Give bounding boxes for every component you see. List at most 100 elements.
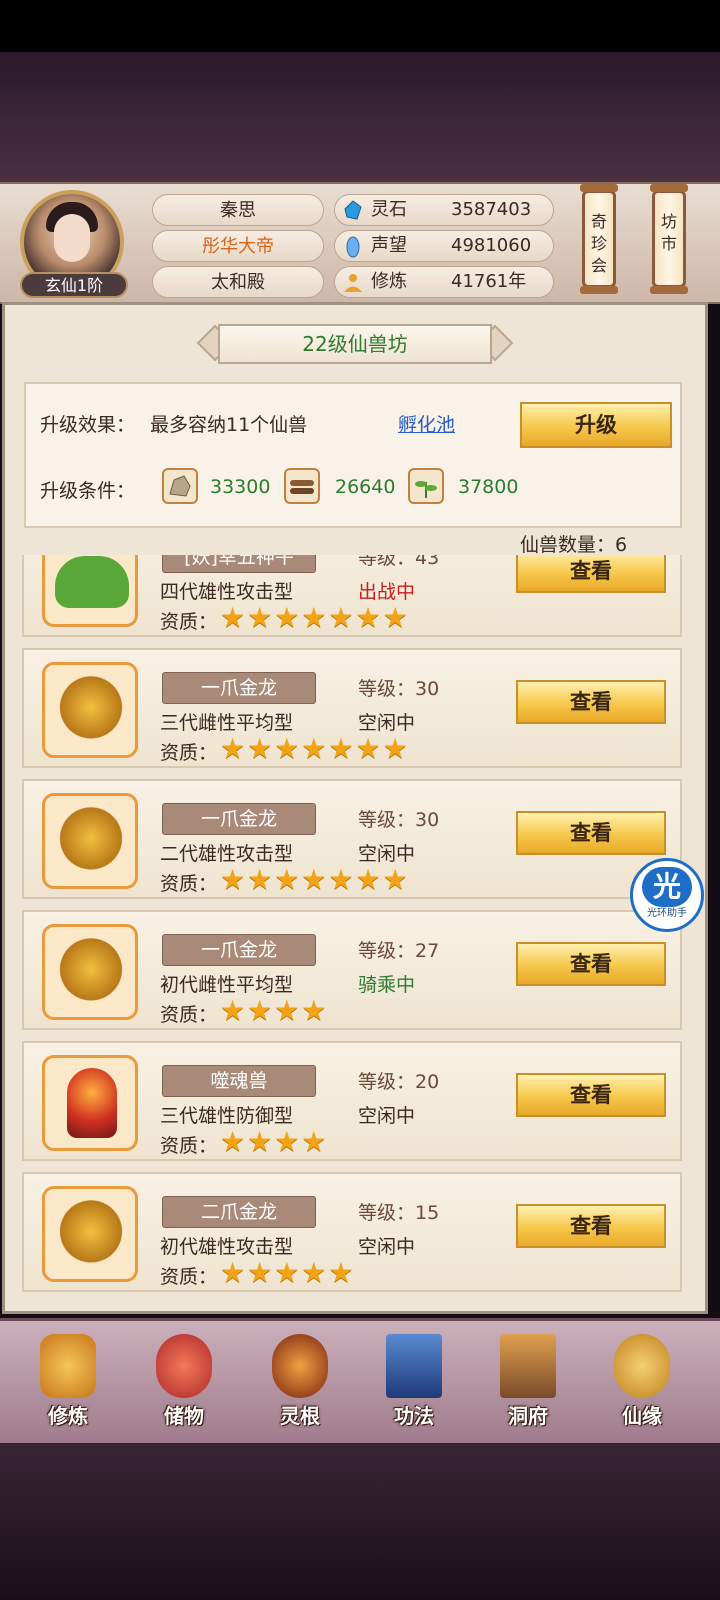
upgrade-condition-label: 升级条件： xyxy=(40,480,136,502)
workshop-title: 22级仙兽坊 xyxy=(218,324,492,364)
quality-label: 资质： xyxy=(160,873,218,895)
resource-cultivation: 修炼 41761年 xyxy=(334,266,554,298)
avatar-face xyxy=(54,214,90,262)
beast-name: 一爪金龙 xyxy=(162,803,316,835)
nav-label: 仙缘 xyxy=(622,1404,662,1428)
beast-generation: 四代雄性攻击型 xyxy=(160,581,294,603)
nav-label: 功法 xyxy=(394,1404,434,1428)
beast-card: [妖]幸五神牛 等级：43 四代雄性攻击型 出战中 资质： ★★★★★★★ 查看 xyxy=(22,555,682,637)
cultivate-icon xyxy=(40,1334,96,1398)
view-button[interactable]: 查看 xyxy=(516,1073,666,1117)
background-bottom xyxy=(0,1440,720,1600)
beast-level: 等级：43 xyxy=(358,555,440,569)
hatch-pool-link[interactable]: 孵化池 xyxy=(398,410,455,437)
beast-level: 等级：20 xyxy=(358,1071,440,1093)
golden-dragon-icon xyxy=(59,675,123,747)
beast-level: 等级：30 xyxy=(358,678,440,700)
beast-card: 二爪金龙 等级：15 初代雄性攻击型 空闲中 资质： ★★★★★ 查看 xyxy=(22,1172,682,1292)
nav-spirit-root[interactable]: 灵根 xyxy=(248,1326,348,1436)
resource-label: 修炼 xyxy=(371,271,407,292)
beast-count: 仙兽数量：6 xyxy=(520,534,628,556)
beast-card: 一爪金龙 等级：30 三代雌性平均型 空闲中 资质： ★★★★★★★ 查看 xyxy=(22,648,682,768)
beast-generation: 二代雄性攻击型 xyxy=(160,843,294,865)
storage-bag-icon xyxy=(156,1334,212,1398)
ox-icon xyxy=(55,556,129,608)
golden-dragon-icon xyxy=(59,806,123,878)
beast-portrait[interactable] xyxy=(42,555,138,627)
nav-label: 灵根 xyxy=(280,1404,320,1428)
beast-card: 噬魂兽 等级：20 三代雄性防御型 空闲中 资质： ★★★★ 查看 xyxy=(22,1041,682,1161)
resource-spirit-stone: 灵石 3587403 xyxy=(334,194,554,226)
background-top xyxy=(0,52,720,182)
technique-book-icon xyxy=(386,1334,442,1398)
view-button[interactable]: 查看 xyxy=(516,555,666,593)
golden-dragon-icon xyxy=(59,937,123,1009)
beast-card: 一爪金龙 等级：30 二代雄性攻击型 空闲中 资质： ★★★★★★★ 查看 xyxy=(22,779,682,899)
resource-reputation: 声望 4981060 xyxy=(334,230,554,262)
player-title: 彤华大帝 xyxy=(152,230,324,262)
beast-card: 一爪金龙 等级：27 初代雌性平均型 骑乘中 资质： ★★★★ 查看 xyxy=(22,910,682,1030)
assistant-float-button[interactable]: 光 光环助手 xyxy=(630,858,704,932)
beast-name: 噬魂兽 xyxy=(162,1065,316,1097)
beast-portrait[interactable] xyxy=(42,1186,138,1282)
rank-badge: 玄仙1阶 xyxy=(20,272,128,298)
beast-generation: 初代雌性平均型 xyxy=(160,974,294,996)
beast-portrait[interactable] xyxy=(42,793,138,889)
nav-technique[interactable]: 功法 xyxy=(362,1326,462,1436)
herb-icon xyxy=(408,468,444,504)
assistant-icon: 光 xyxy=(642,867,692,907)
cultivation-icon xyxy=(344,274,362,292)
beast-status: 出战中 xyxy=(358,581,416,603)
resource-label: 灵石 xyxy=(371,199,407,220)
beast-status: 空闲中 xyxy=(358,1236,416,1258)
player-name: 秦思 xyxy=(152,194,324,226)
beast-portrait[interactable] xyxy=(42,662,138,758)
beast-level: 等级：15 xyxy=(358,1202,440,1224)
status-bar xyxy=(0,0,720,52)
view-button[interactable]: 查看 xyxy=(516,811,666,855)
beast-list[interactable]: [妖]幸五神牛 等级：43 四代雄性攻击型 出战中 资质： ★★★★★★★ 查看… xyxy=(22,555,686,1300)
quality-label: 资质： xyxy=(160,1135,218,1157)
beast-status: 空闲中 xyxy=(358,712,416,734)
beast-name: [妖]幸五神牛 xyxy=(162,555,316,573)
quality-stars: ★★★★★★★ xyxy=(220,732,410,765)
market-button[interactable]: 坊市 xyxy=(650,184,688,294)
resource-label: 声望 xyxy=(371,235,407,256)
nav-cave-mansion[interactable]: 洞府 xyxy=(476,1326,576,1436)
quality-stars: ★★★★ xyxy=(220,1125,329,1158)
player-hall: 太和殿 xyxy=(152,266,324,298)
beast-portrait[interactable] xyxy=(42,924,138,1020)
beast-generation: 三代雌性平均型 xyxy=(160,712,294,734)
beast-name: 一爪金龙 xyxy=(162,672,316,704)
upgrade-effect-label: 升级效果： xyxy=(40,414,136,436)
nav-label: 洞府 xyxy=(508,1404,548,1428)
view-button[interactable]: 查看 xyxy=(516,680,666,724)
beast-level: 等级：27 xyxy=(358,940,440,962)
quality-stars: ★★★★★★★ xyxy=(220,863,410,896)
nav-cultivate[interactable]: 修炼 xyxy=(16,1326,116,1436)
beast-status: 骑乘中 xyxy=(358,974,416,996)
nav-fate[interactable]: 仙缘 xyxy=(590,1326,690,1436)
resource-value: 41761年 xyxy=(451,271,527,292)
nav-label: 修炼 xyxy=(48,1404,88,1428)
quality-stars: ★★★★★ xyxy=(220,1256,356,1289)
beast-generation: 初代雄性攻击型 xyxy=(160,1236,294,1258)
beast-level: 等级：30 xyxy=(358,809,440,831)
quality-label: 资质： xyxy=(160,1004,218,1026)
upgrade-button[interactable]: 升级 xyxy=(520,402,672,448)
spirit-root-icon xyxy=(272,1334,328,1398)
treasure-auction-button[interactable]: 奇珍会 xyxy=(580,184,618,294)
beast-portrait[interactable] xyxy=(42,1055,138,1151)
quality-stars: ★★★★★★★ xyxy=(220,601,410,634)
beast-name: 一爪金龙 xyxy=(162,934,316,966)
nav-label: 储物 xyxy=(164,1404,204,1428)
wood-icon xyxy=(284,468,320,504)
assistant-label: 光环助手 xyxy=(647,908,687,919)
nav-storage[interactable]: 储物 xyxy=(132,1326,232,1436)
material-value: 37800 xyxy=(458,476,519,498)
view-button[interactable]: 查看 xyxy=(516,1204,666,1248)
material-value: 33300 xyxy=(210,476,271,498)
reputation-icon xyxy=(346,236,360,258)
quality-label: 资质： xyxy=(160,742,218,764)
view-button[interactable]: 查看 xyxy=(516,942,666,986)
